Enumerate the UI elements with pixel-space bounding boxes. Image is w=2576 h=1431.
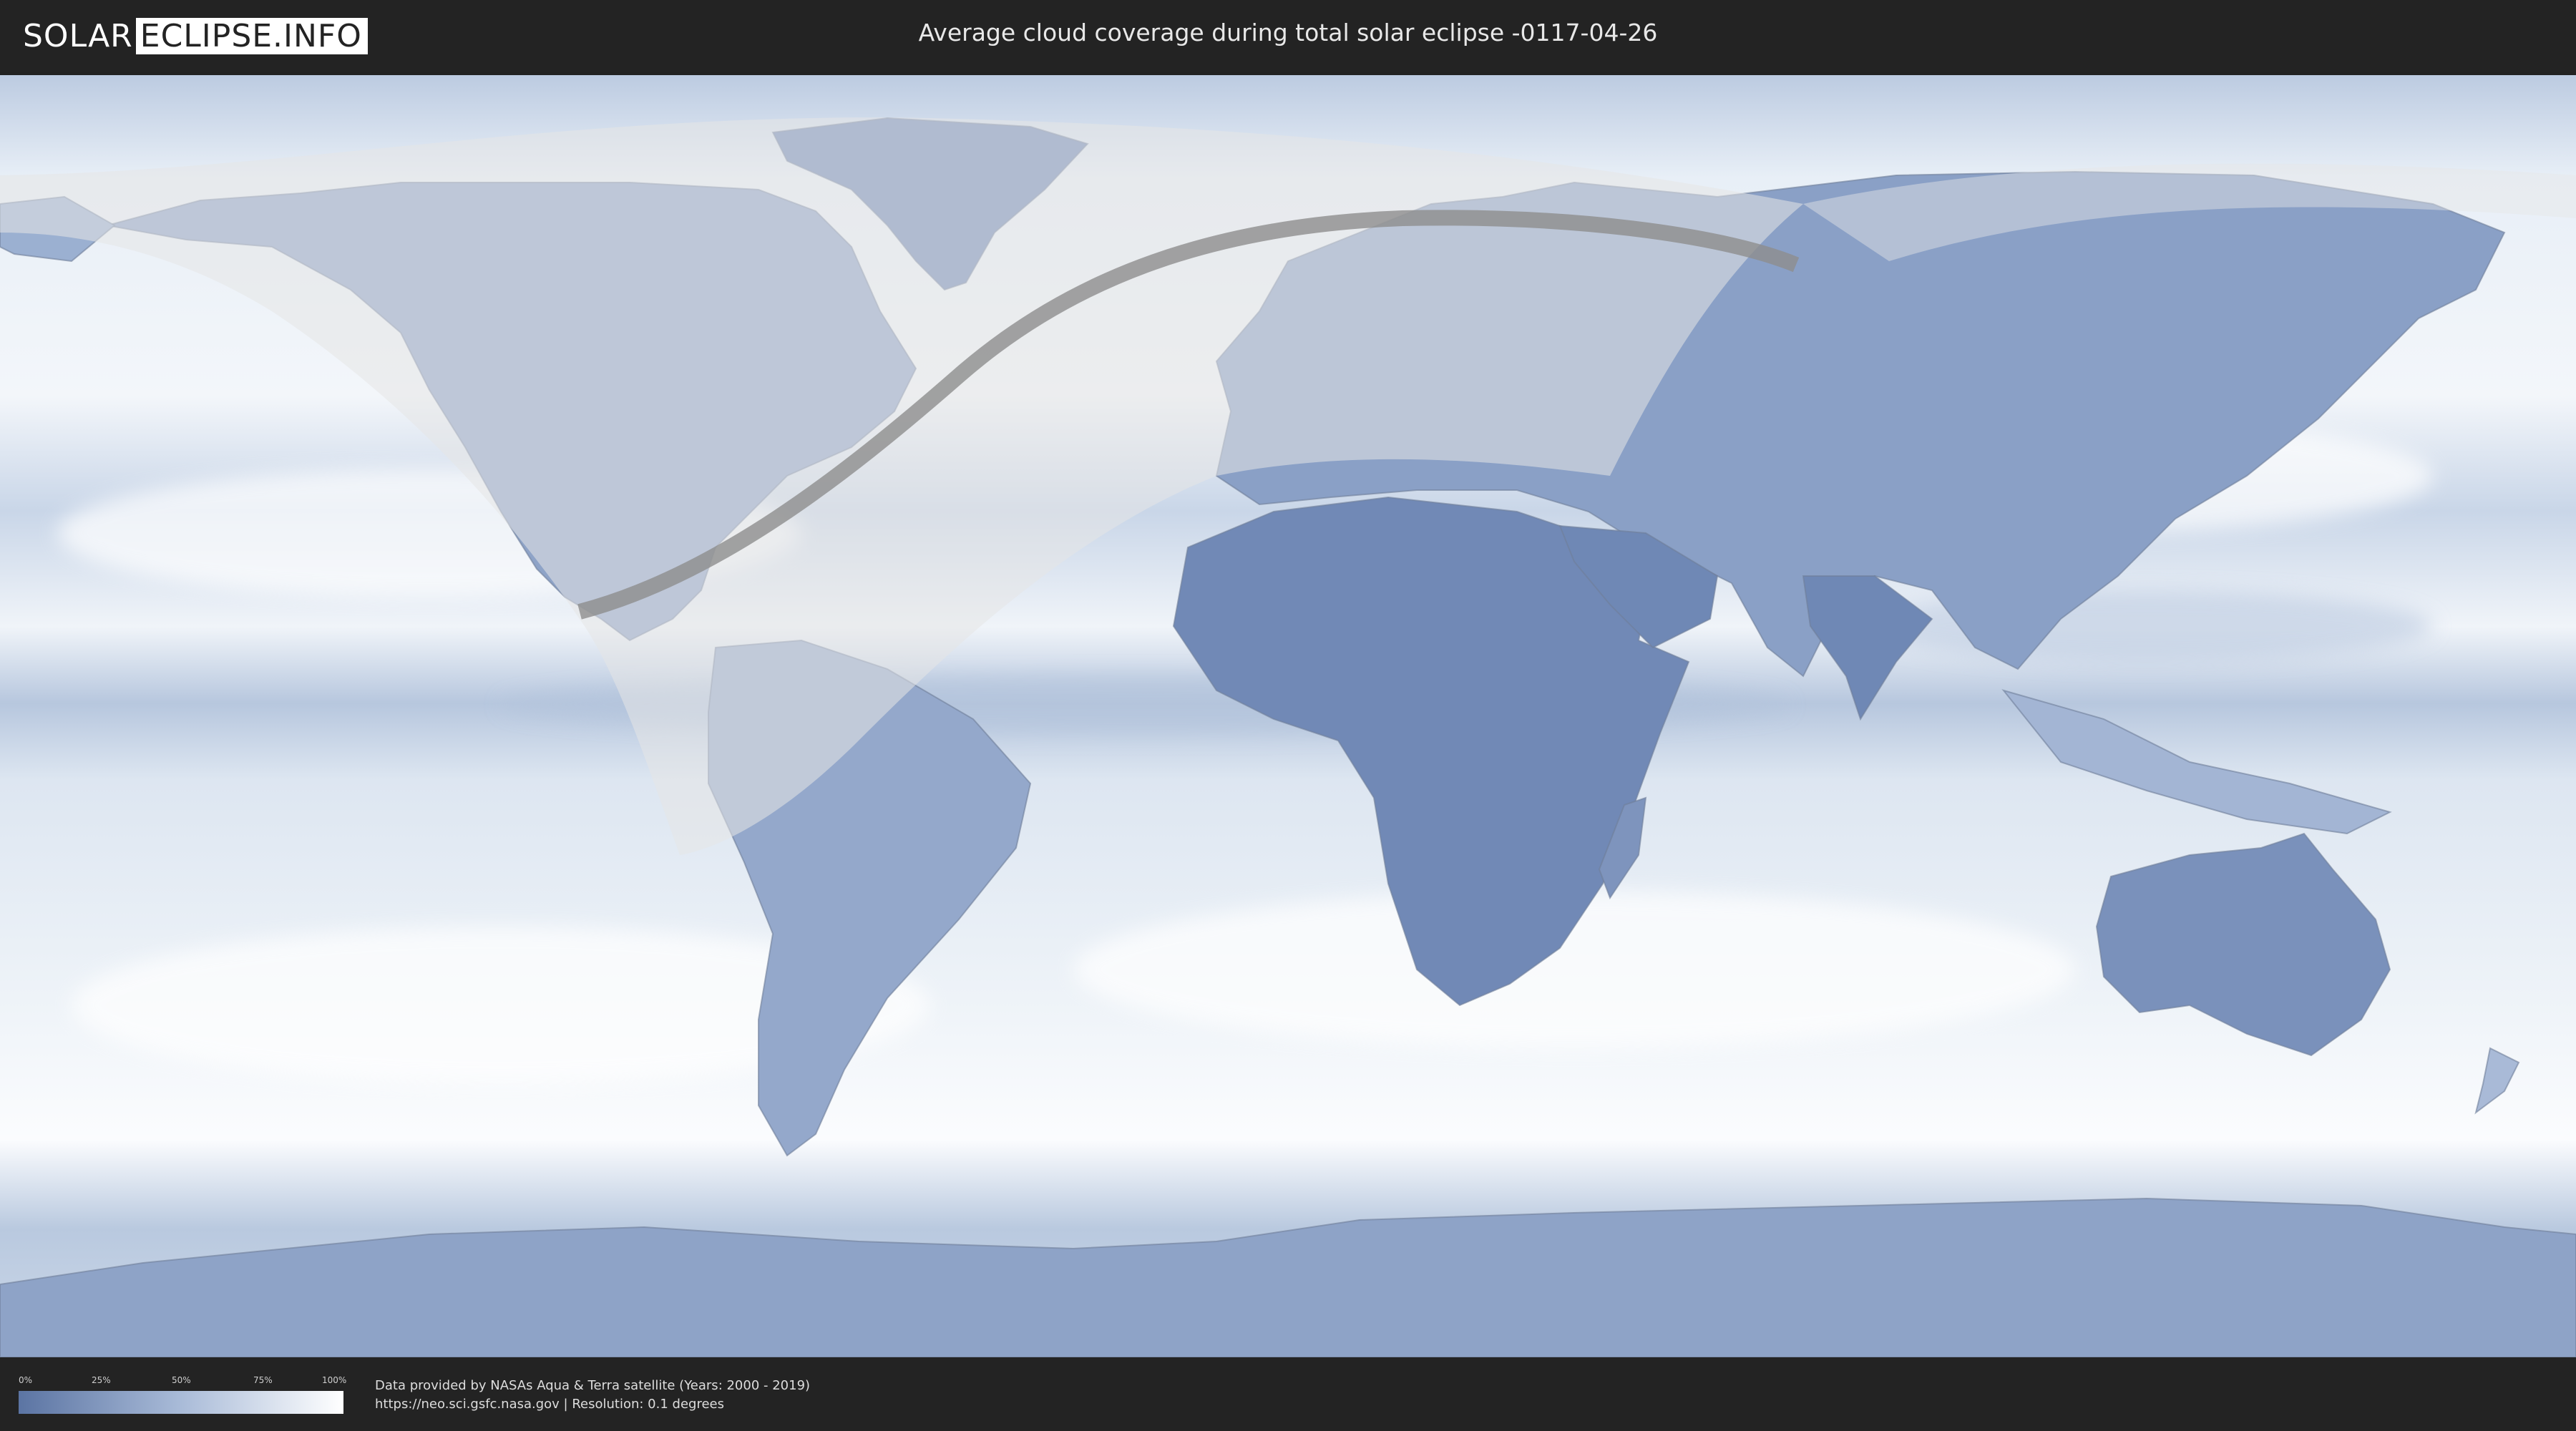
header-bar: SOLAR ECLIPSE.INFO Average cloud coverag…: [0, 0, 2576, 72]
data-credit: Data provided by NASAs Aqua & Terra sate…: [375, 1377, 810, 1414]
credit-line-url: https://neo.sci.gsfc.nasa.gov | Resoluti…: [375, 1397, 724, 1412]
legend-ticks: 0% 25% 50% 75% 100%: [19, 1375, 347, 1388]
legend-tick-75: 75%: [253, 1375, 273, 1385]
legend-tick-100: 100%: [322, 1375, 347, 1385]
legend-gradient-bar: [19, 1391, 343, 1414]
page-title: Average cloud coverage during total sola…: [918, 19, 1658, 47]
cloud-coverage-legend: 0% 25% 50% 75% 100%: [19, 1375, 347, 1414]
credit-line-source: Data provided by NASAs Aqua & Terra sate…: [375, 1378, 811, 1393]
legend-tick-50: 50%: [172, 1375, 191, 1385]
legend-tick-0: 0%: [19, 1375, 33, 1385]
legend-tick-25: 25%: [92, 1375, 111, 1385]
cloud-coverage-map: [0, 75, 2576, 1357]
